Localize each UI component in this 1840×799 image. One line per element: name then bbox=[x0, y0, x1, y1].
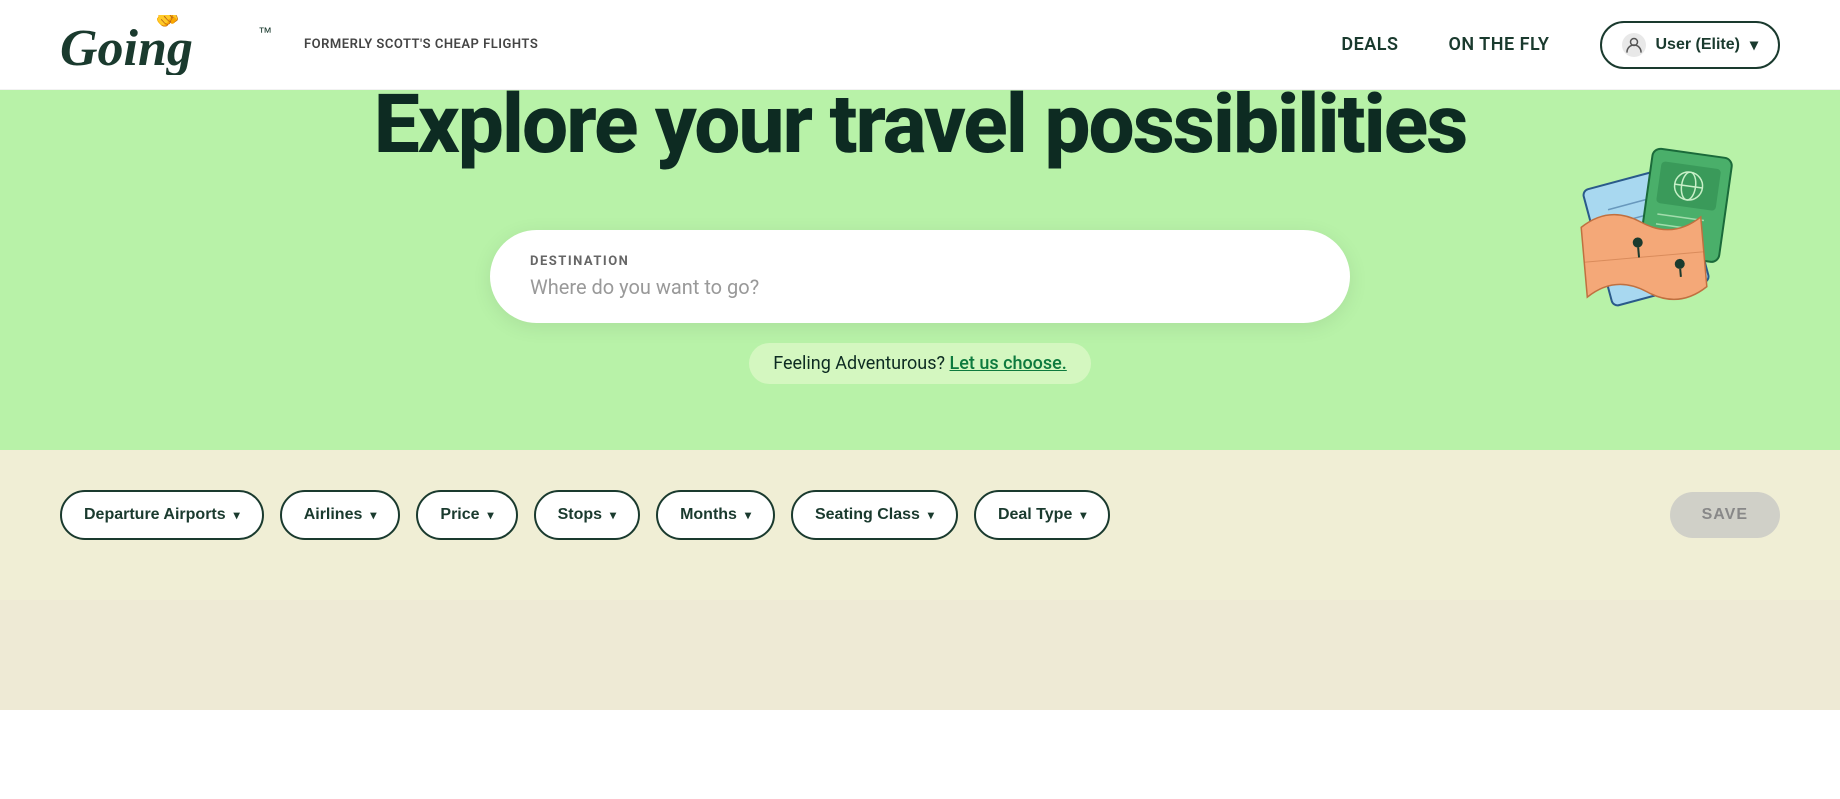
adventurous-pill: Feeling Adventurous? Let us choose. bbox=[749, 343, 1091, 384]
airlines-chevron-icon: ▾ bbox=[370, 508, 376, 522]
destination-search-bar[interactable]: DESTINATION Where do you want to go? bbox=[490, 230, 1350, 323]
nav-deals[interactable]: DEALS bbox=[1341, 34, 1398, 55]
passport-map-svg bbox=[1560, 110, 1770, 310]
price-filter[interactable]: Price ▾ bbox=[416, 490, 517, 540]
user-icon bbox=[1622, 33, 1646, 57]
seating-class-filter[interactable]: Seating Class ▾ bbox=[791, 490, 958, 540]
price-chevron-icon: ▾ bbox=[488, 508, 494, 522]
main-nav: DEALS ON THE FLY User (Elite) ▾ bbox=[1341, 21, 1780, 69]
travel-illustration bbox=[1560, 110, 1760, 310]
header-left: Going ™ 🫵 FORMERLY SCOTT'S CHEAP FLIGHTS bbox=[60, 15, 538, 75]
adventurous-text: Feeling Adventurous? bbox=[773, 353, 945, 374]
save-button: SAVE bbox=[1670, 492, 1780, 538]
svg-text:™: ™ bbox=[258, 24, 272, 40]
hero-title: Explore your travel possibilities bbox=[374, 80, 1467, 170]
seating-class-chevron-icon: ▾ bbox=[928, 508, 934, 522]
logo-subtitle: FORMERLY SCOTT'S CHEAP FLIGHTS bbox=[304, 37, 538, 52]
filter-section: Departure Airports ▾ Airlines ▾ Price ▾ … bbox=[0, 450, 1840, 710]
user-label: User (Elite) bbox=[1656, 36, 1740, 54]
svg-text:Going: Going bbox=[60, 20, 193, 75]
main-content: Explore your travel possibilities DESTIN… bbox=[0, 0, 1840, 710]
airlines-label: Airlines bbox=[304, 506, 363, 524]
stops-label: Stops bbox=[558, 506, 602, 524]
deal-type-chevron-icon: ▾ bbox=[1080, 508, 1086, 522]
departure-airports-label: Departure Airports bbox=[84, 506, 226, 524]
departure-airports-chevron-icon: ▾ bbox=[234, 508, 240, 522]
let-us-choose-link[interactable]: Let us choose. bbox=[949, 353, 1066, 374]
adventurous-section: Feeling Adventurous? Let us choose. bbox=[749, 353, 1091, 374]
filter-bar: Departure Airports ▾ Airlines ▾ Price ▾ … bbox=[0, 450, 1840, 600]
deal-type-filter[interactable]: Deal Type ▾ bbox=[974, 490, 1110, 540]
price-label: Price bbox=[440, 506, 479, 524]
user-chevron-icon: ▾ bbox=[1750, 35, 1758, 55]
stops-chevron-icon: ▾ bbox=[610, 508, 616, 522]
deal-type-label: Deal Type bbox=[998, 506, 1072, 524]
site-header: Going ™ 🫵 FORMERLY SCOTT'S CHEAP FLIGHTS… bbox=[0, 0, 1840, 90]
stops-filter[interactable]: Stops ▾ bbox=[534, 490, 640, 540]
departure-airports-filter[interactable]: Departure Airports ▾ bbox=[60, 490, 264, 540]
destination-label: DESTINATION bbox=[530, 254, 1310, 269]
months-filter[interactable]: Months ▾ bbox=[656, 490, 775, 540]
months-label: Months bbox=[680, 506, 737, 524]
months-chevron-icon: ▾ bbox=[745, 508, 751, 522]
airlines-filter[interactable]: Airlines ▾ bbox=[280, 490, 401, 540]
logo-svg: Going ™ 🫵 bbox=[60, 15, 280, 75]
user-account-button[interactable]: User (Elite) ▾ bbox=[1600, 21, 1781, 69]
nav-on-the-fly[interactable]: ON THE FLY bbox=[1448, 34, 1549, 55]
seating-class-label: Seating Class bbox=[815, 506, 920, 524]
destination-placeholder: Where do you want to go? bbox=[530, 275, 1310, 299]
logo[interactable]: Going ™ 🫵 bbox=[60, 15, 280, 75]
svg-text:🫵: 🫵 bbox=[155, 15, 180, 28]
